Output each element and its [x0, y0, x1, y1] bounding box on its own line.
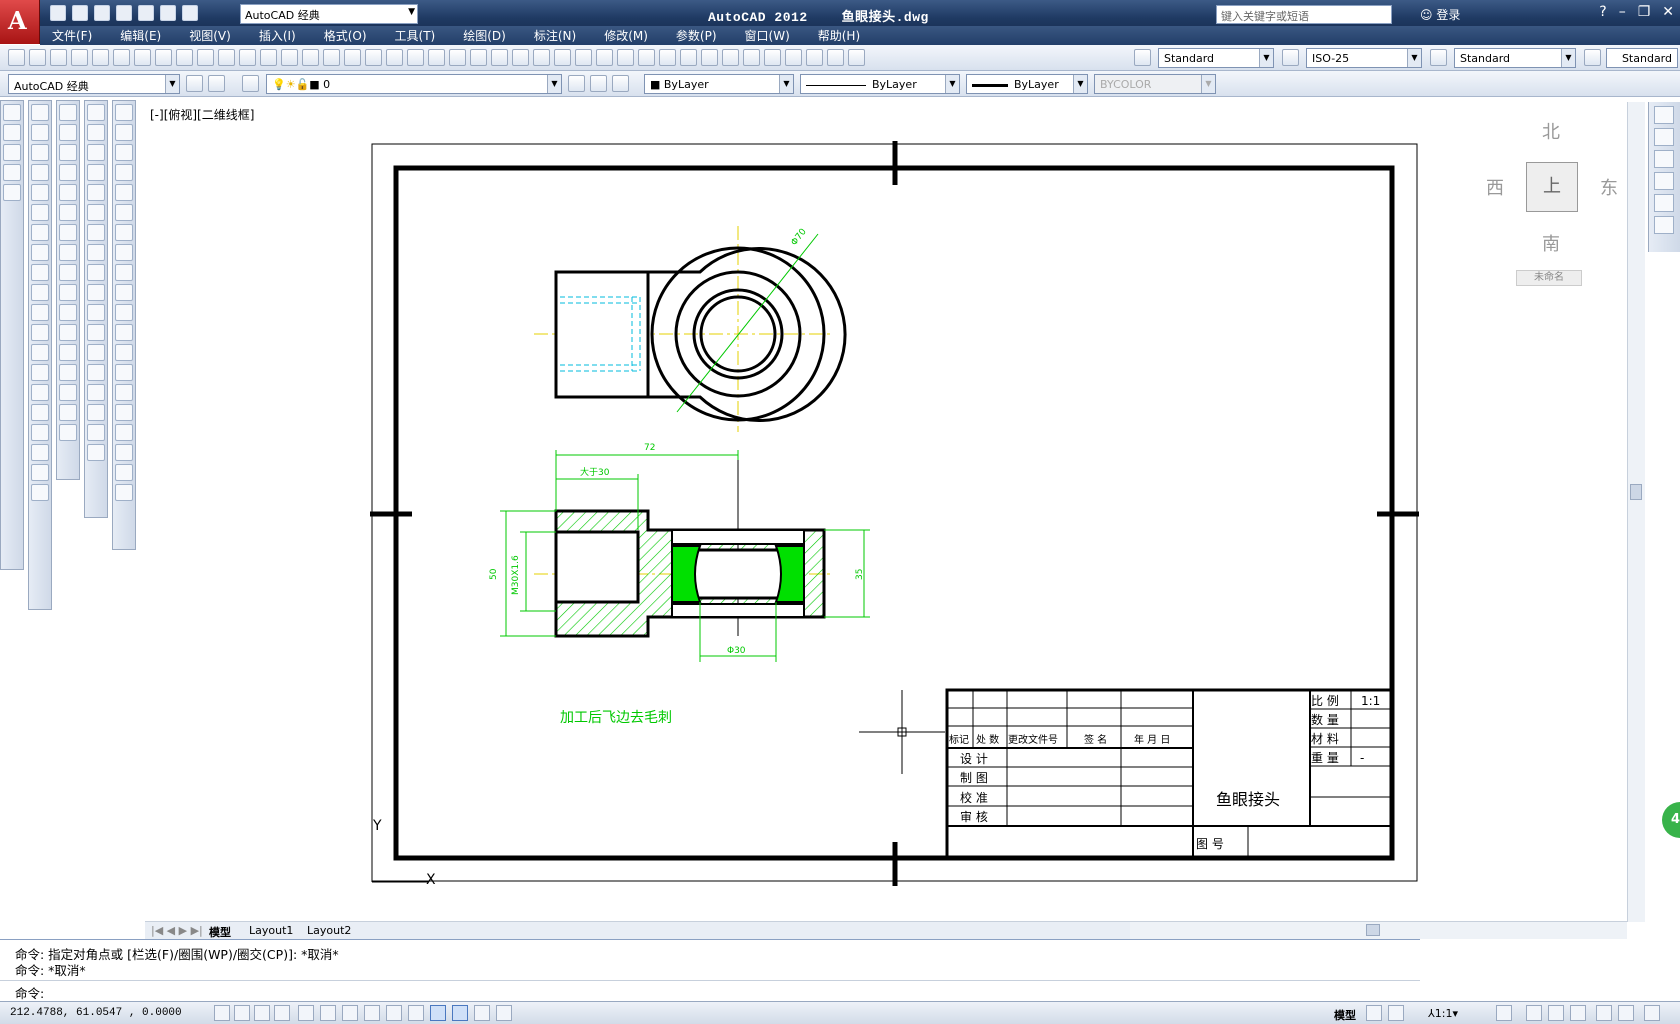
otrack-icon[interactable] [364, 1005, 380, 1021]
quick-props-icon[interactable] [474, 1005, 490, 1021]
snap-mode-icon[interactable] [234, 1005, 250, 1021]
viewcube-north[interactable]: 北 [1542, 118, 1560, 144]
tb-drawing-no: 图 号 [1196, 837, 1224, 851]
viewcube-top-face[interactable]: 上 [1526, 162, 1578, 212]
chevron-down-icon: ▾ [1452, 1007, 1458, 1020]
vertical-scrollbar[interactable] [1627, 102, 1645, 922]
polar-icon[interactable] [298, 1005, 314, 1021]
layout-tabs: |◀ ◀ ▶ ▶| 模型 Layout1 Layout2 [145, 921, 1130, 939]
ortho-icon[interactable] [274, 1005, 290, 1021]
osnap-icon[interactable] [320, 1005, 336, 1021]
crosshair-cursor [859, 690, 945, 774]
command-prompt[interactable]: 命令: [15, 983, 44, 1002]
coordinate-readout: 212.4788, 61.0547 , 0.0000 [10, 1007, 182, 1019]
tb-weight-label: 重 量 [1311, 751, 1339, 765]
selection-cycling-icon[interactable] [496, 1005, 512, 1021]
dim-thread: M30X1.6 [511, 555, 521, 595]
window-icon[interactable] [1654, 106, 1674, 124]
paper-border [371, 143, 1418, 882]
quick-view-drawings-icon[interactable] [1388, 1005, 1404, 1021]
viewcube-south[interactable]: 南 [1542, 230, 1560, 256]
window-icon[interactable] [1654, 216, 1674, 234]
ucs-menu[interactable]: 未命名 [1516, 270, 1582, 286]
lineweight-icon[interactable] [430, 1005, 446, 1021]
isolate-objects-icon[interactable] [1596, 1005, 1612, 1021]
infer-constraints-icon[interactable] [214, 1005, 230, 1021]
tb-part-name: 鱼眼接头 [1216, 790, 1280, 809]
annotation-visibility-icon[interactable] [1496, 1005, 1512, 1021]
tb-check: 校 准 [960, 790, 988, 805]
bulb-icon[interactable] [1618, 1005, 1634, 1021]
grid-icon[interactable] [254, 1005, 270, 1021]
dim-72: 72 [644, 443, 655, 453]
hardware-accel-icon[interactable] [1570, 1005, 1586, 1021]
top-view: Φ70 [534, 226, 847, 432]
annotation-scale-value: 1:1 [1434, 1007, 1453, 1020]
tb-approve: 审 核 [960, 809, 988, 824]
window-icon[interactable] [1654, 194, 1674, 212]
viewcube-west[interactable]: 西 [1486, 174, 1504, 200]
right-toolbar [1648, 102, 1680, 252]
tab-nav-icon[interactable]: |◀ ◀ ▶ ▶| [151, 924, 203, 937]
horizontal-scrollbar[interactable] [1130, 921, 1627, 939]
annotation-scale[interactable]: ⅄1:1▾ [1428, 1007, 1458, 1020]
model-space-label[interactable]: 模型 [1334, 1007, 1356, 1023]
tb-weight-value: - [1360, 751, 1364, 765]
command-side-area [1420, 939, 1680, 1001]
window-icon[interactable] [1654, 150, 1674, 168]
tab-layout1[interactable]: Layout1 [249, 924, 293, 937]
command-window[interactable]: 命令: 指定对角点或 [栏选(F)/圈围(WP)/圈交(CP)]: *取消* 命… [0, 939, 1420, 1001]
drawing-note: 加工后飞边去毛刺 [560, 710, 672, 726]
workspace-switching-icon[interactable] [1526, 1005, 1542, 1021]
frame-centering-marks [370, 141, 1419, 886]
tb-scale-value: 1:1 [1361, 694, 1380, 708]
tb-rev-doc: 更改文件号 [1008, 733, 1058, 746]
clean-screen-icon[interactable] [1644, 1005, 1660, 1021]
ucs-x-label: X [426, 872, 436, 888]
annotation-scale-icon: ⅄ [1428, 1007, 1435, 1020]
dim-50: 50 [489, 568, 499, 580]
dim-phi70: Φ70 [789, 227, 808, 248]
transparency-icon[interactable] [452, 1005, 468, 1021]
tb-qty-label: 数 量 [1311, 712, 1339, 727]
3dosnap-icon[interactable] [342, 1005, 358, 1021]
window-icon[interactable] [1654, 128, 1674, 146]
hscroll-thumb[interactable] [1366, 924, 1380, 936]
viewcube-east[interactable]: 东 [1600, 174, 1618, 200]
quick-view-layouts-icon[interactable] [1366, 1005, 1382, 1021]
ucs-y-label: Y [372, 818, 382, 834]
vscroll-thumb[interactable] [1630, 484, 1642, 500]
tb-rev-count: 处 数 [976, 733, 999, 746]
drawing-sheet[interactable]: Φ70 72 大于30 50 M30X1.6 35 Φ30 加工后飞边去毛刺 标… [0, 0, 1680, 1024]
tb-rev-mark: 标记 [949, 734, 969, 746]
dim-35: 35 [855, 569, 865, 580]
status-bar: 212.4788, 61.0547 , 0.0000 模型 ⅄1:1▾ [0, 1001, 1680, 1024]
tb-scale-label: 比 例 [1311, 694, 1339, 708]
ducs-icon[interactable] [386, 1005, 402, 1021]
tb-design: 设 计 [960, 752, 988, 766]
dim-phi30: Φ30 [727, 646, 746, 656]
window-icon[interactable] [1654, 172, 1674, 190]
tab-layout2[interactable]: Layout2 [307, 924, 351, 937]
drawing-frame [393, 165, 1395, 861]
tb-rev-sign: 签 名 [1084, 733, 1107, 746]
title-block-text: 标记 处 数 更改文件号 签 名 年 月 日 设 计 制 图 校 准 审 核 鱼… [949, 694, 1380, 851]
tb-material-label: 材 料 [1311, 732, 1339, 746]
lock-icon[interactable] [1548, 1005, 1564, 1021]
tab-model[interactable]: 模型 [209, 924, 231, 940]
command-history-2: 命令: *取消* [15, 963, 86, 978]
tb-rev-date: 年 月 日 [1134, 733, 1170, 746]
viewcube[interactable]: 北 西 东 南 上 未命名 [1478, 112, 1623, 292]
tb-draft: 制 图 [960, 771, 988, 785]
dim-depth: 大于30 [580, 466, 610, 478]
section-view: 72 大于30 50 M30X1.6 35 Φ30 [489, 443, 870, 662]
dyn-icon[interactable] [408, 1005, 424, 1021]
